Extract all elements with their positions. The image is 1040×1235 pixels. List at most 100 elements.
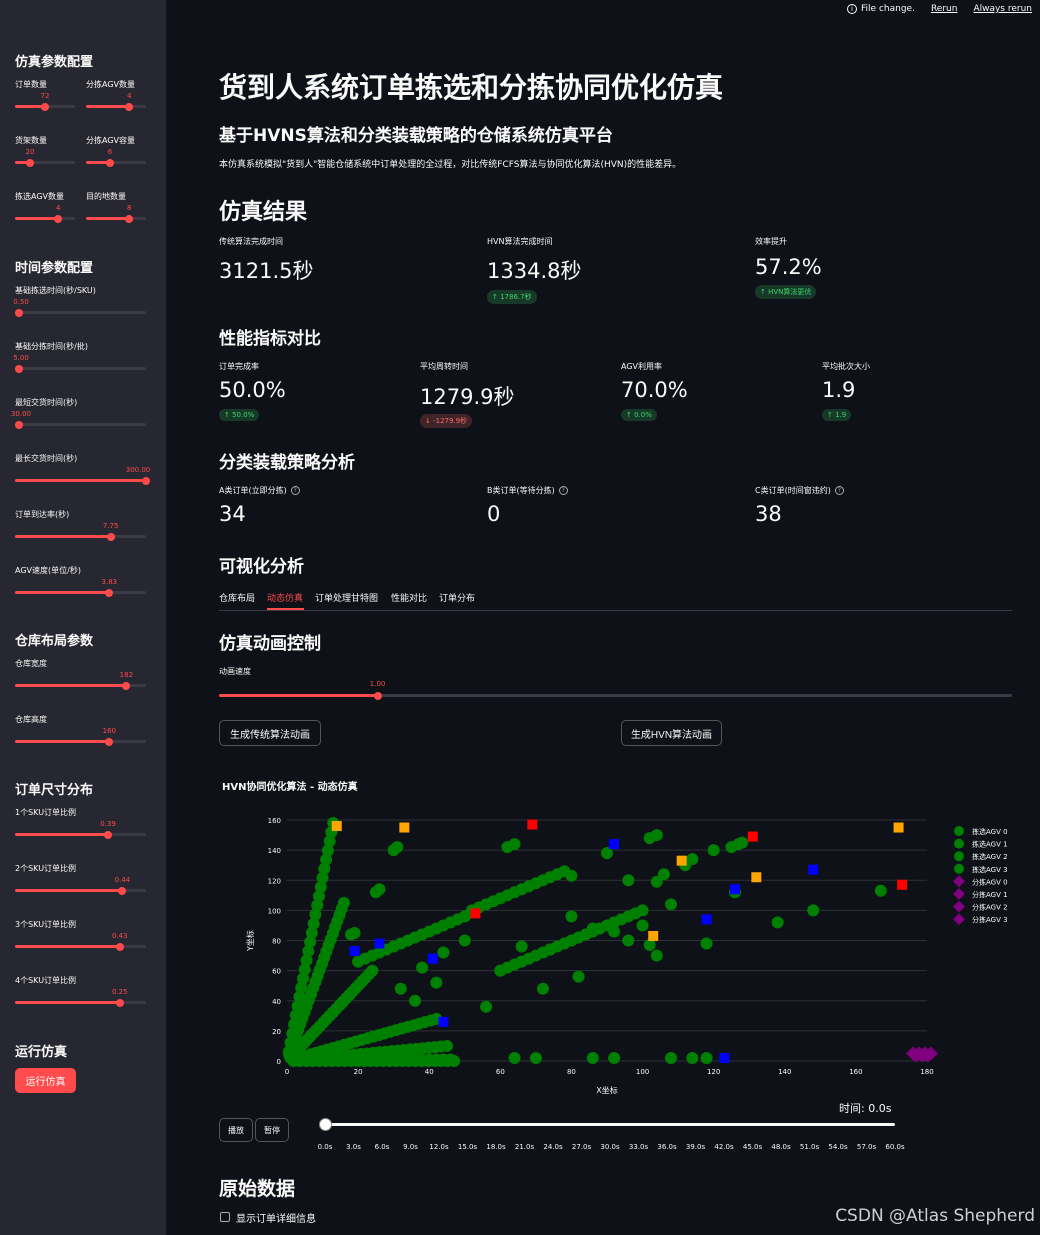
slider-thumb[interactable] xyxy=(15,308,23,317)
generate-traditional-animation-button[interactable]: 生成传统算法动画 xyxy=(219,720,321,746)
time-slider-thumb[interactable] xyxy=(319,1118,332,1131)
slider-fill xyxy=(15,889,123,892)
legend-label[interactable]: 拣选AGV 0 xyxy=(972,827,1008,836)
run-simulation-button[interactable]: 运行仿真 xyxy=(15,1068,76,1093)
slider-track[interactable] xyxy=(15,681,146,690)
show-details-checkbox[interactable] xyxy=(220,1212,230,1222)
slider-track[interactable] xyxy=(86,158,146,167)
slider-track[interactable] xyxy=(15,532,146,541)
tab-item[interactable]: 仓库布局 xyxy=(219,591,255,604)
slider-track[interactable] xyxy=(15,886,146,895)
sidebar-slider[interactable]: 仓库宽度 182 xyxy=(15,658,146,690)
slider-label: 货架数量 xyxy=(15,136,47,145)
legend-label[interactable]: 分拣AGV 3 xyxy=(972,915,1008,924)
tab-item[interactable]: 订单分布 xyxy=(439,591,475,604)
help-icon[interactable]: ? xyxy=(558,486,568,495)
slider-track[interactable] xyxy=(15,102,75,111)
slider-thumb[interactable] xyxy=(118,886,127,895)
sidebar-slider[interactable]: 4个SKU订单比例 0.25 xyxy=(15,975,146,1007)
strategy-label: A类订单(立即分拣)? xyxy=(219,485,300,496)
slider-thumb[interactable] xyxy=(106,158,114,167)
slider-value: 0.44 xyxy=(114,876,131,884)
slider-track[interactable] xyxy=(15,158,75,167)
sidebar-slider[interactable]: 目的地数量 8 xyxy=(86,191,146,223)
y-tick-label: 0 xyxy=(277,1058,281,1066)
slider-label: 目的地数量 xyxy=(86,192,126,201)
slider-track[interactable] xyxy=(15,420,146,429)
slider-track[interactable] xyxy=(15,308,146,317)
sidebar-slider[interactable]: 拣选AGV数量 4 xyxy=(15,191,75,223)
sidebar-slider[interactable]: 订单数量 72 xyxy=(15,79,75,111)
picker-agv-point xyxy=(416,961,429,974)
slider-thumb[interactable] xyxy=(142,476,150,485)
slider-thumb[interactable] xyxy=(26,158,34,167)
sidebar-slider[interactable]: 基础分拣时间(秒/批) 5.00 xyxy=(13,341,146,373)
sidebar-slider[interactable]: 货架数量 20 xyxy=(15,135,75,167)
slider-thumb[interactable] xyxy=(125,102,134,111)
y-axis-label: Y坐标 xyxy=(245,930,255,952)
slider-thumb[interactable] xyxy=(115,998,124,1007)
slider-track[interactable] xyxy=(15,830,146,839)
slider-thumb[interactable] xyxy=(104,830,112,839)
sidebar-slider[interactable]: 基础拣选时间(秒/SKU) 0.50 xyxy=(13,285,146,317)
sidebar-slider[interactable]: 仓库高度 160 xyxy=(15,714,146,746)
slider-track[interactable] xyxy=(15,737,146,746)
slider-track[interactable] xyxy=(15,942,146,951)
sidebar-slider[interactable]: 2个SKU订单比例 0.44 xyxy=(15,863,146,895)
slider-thumb[interactable] xyxy=(15,364,23,373)
slider-track[interactable] xyxy=(15,476,150,485)
sidebar-slider[interactable]: AGV速度(单位/秒) 3.83 xyxy=(15,565,146,597)
legend-label[interactable]: 分拣AGV 0 xyxy=(972,877,1008,886)
slider-thumb[interactable] xyxy=(54,214,63,223)
slider-thumb[interactable] xyxy=(106,532,115,541)
slider-track[interactable] xyxy=(15,364,146,373)
sidebar-slider[interactable]: 分拣AGV容量 6 xyxy=(86,135,146,167)
slider-thumb[interactable] xyxy=(41,102,49,111)
sidebar-slider[interactable]: 订单到达率(秒) 7.75 xyxy=(15,509,146,541)
slider-thumb[interactable] xyxy=(125,214,134,223)
slider-track[interactable] xyxy=(15,214,75,223)
slider-track[interactable] xyxy=(86,214,146,223)
perf-value: 1279.9秒 xyxy=(420,385,515,409)
result-value: 1334.8秒 xyxy=(487,259,582,283)
layout-params-header: 仓库布局参数 xyxy=(15,634,94,649)
play-button[interactable]: 播放 xyxy=(219,1118,253,1142)
legend-label[interactable]: 拣选AGV 2 xyxy=(972,852,1008,861)
help-icon[interactable]: ? xyxy=(834,486,844,495)
always-rerun-link[interactable]: Always rerun xyxy=(973,4,1032,14)
sidebar-slider[interactable]: 最长交货时间(秒) 300.00 xyxy=(15,453,150,485)
slider-track[interactable] xyxy=(86,102,146,111)
slider-track[interactable] xyxy=(15,998,146,1007)
tab-item[interactable]: 订单处理甘特图 xyxy=(315,591,378,604)
picker-agv-point xyxy=(636,904,649,917)
slider-thumb[interactable] xyxy=(122,681,131,690)
picker-agv-point xyxy=(736,836,749,849)
time-slider-track[interactable] xyxy=(319,1118,895,1131)
slider-thumb[interactable] xyxy=(105,588,114,597)
legend-label[interactable]: 拣选AGV 1 xyxy=(972,840,1008,849)
speed-slider[interactable]: 1.00 xyxy=(219,680,1012,700)
rerun-link[interactable]: Rerun xyxy=(931,4,958,14)
slider-value: 182 xyxy=(119,671,134,679)
slider-thumb[interactable] xyxy=(105,737,114,746)
chart-title: HVN协同优化算法 - 动态仿真 xyxy=(222,780,358,793)
legend-label[interactable]: 分拣AGV 2 xyxy=(972,903,1008,912)
sidebar-slider[interactable]: 分拣AGV数量 4 xyxy=(86,79,146,111)
slider-thumb[interactable] xyxy=(115,942,124,951)
legend-label[interactable]: 拣选AGV 3 xyxy=(972,865,1008,874)
slider-thumb[interactable] xyxy=(15,420,23,429)
sidebar-slider[interactable]: 3个SKU订单比例 0.43 xyxy=(15,919,146,951)
show-details-label: 显示订单详细信息 xyxy=(236,1214,316,1225)
legend-label[interactable]: 分拣AGV 1 xyxy=(972,890,1008,899)
sidebar-slider[interactable]: 1个SKU订单比例 0.39 xyxy=(15,807,146,839)
pause-button[interactable]: 暂停 xyxy=(255,1118,289,1142)
sidebar-slider[interactable]: 最短交货时间(秒) 30.00 xyxy=(11,397,146,429)
result-label: HVN算法完成时间 xyxy=(487,237,553,246)
tab-item[interactable]: 动态仿真 xyxy=(267,591,303,604)
slider-value: 160 xyxy=(102,727,116,735)
tab-item[interactable]: 性能对比 xyxy=(391,591,427,604)
generate-hvn-animation-button[interactable]: 生成HVN算法动画 xyxy=(621,720,722,746)
speed-slider-thumb[interactable] xyxy=(373,691,382,700)
help-icon[interactable]: ? xyxy=(290,486,300,495)
slider-track[interactable] xyxy=(15,588,146,597)
